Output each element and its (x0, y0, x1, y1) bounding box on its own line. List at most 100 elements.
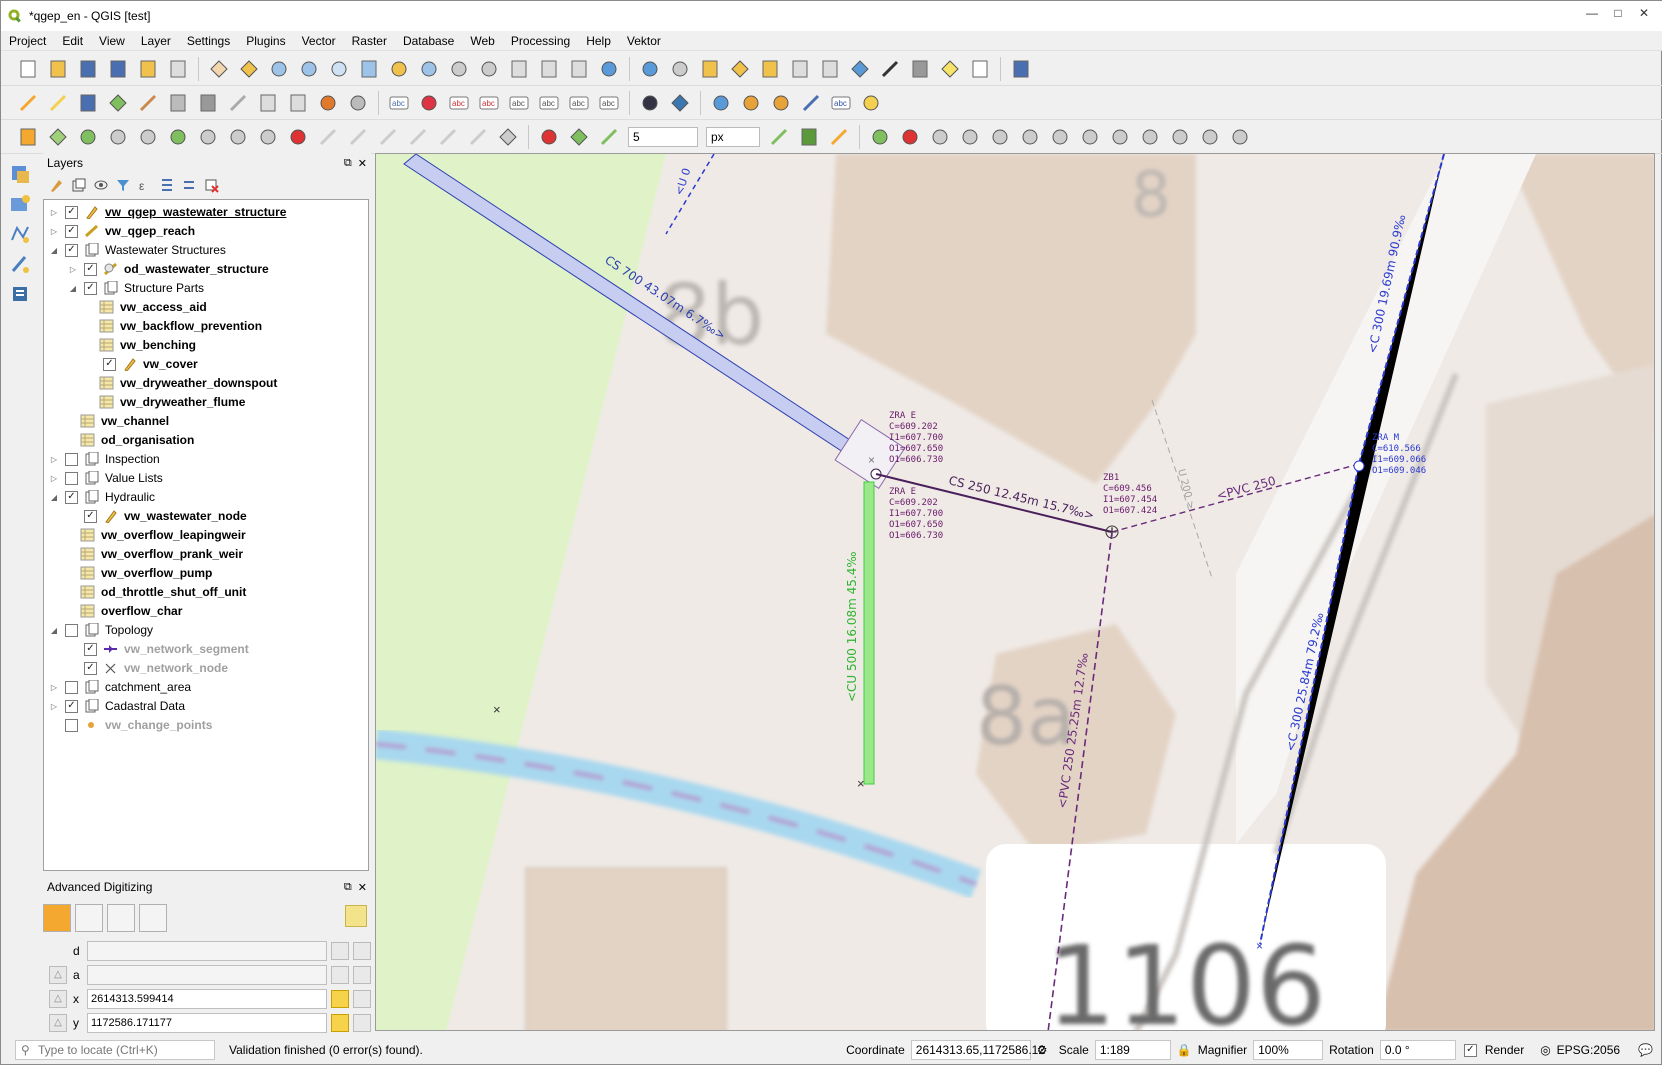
qgep-extra-2-icon[interactable] (957, 124, 983, 150)
qgep-extra-7-icon[interactable] (1107, 124, 1133, 150)
scale-lock-icon[interactable]: 🔒 (1177, 1043, 1192, 1057)
split-feature-icon[interactable] (345, 124, 371, 150)
layer-tree-item[interactable]: ▷ catchment_area (48, 677, 191, 697)
repeat-lock-icon[interactable] (353, 990, 371, 1008)
scale-combo[interactable]: 1:189 (1094, 1040, 1171, 1060)
temporal-icon[interactable] (536, 56, 562, 82)
rotate-label-icon[interactable]: abc (566, 90, 592, 116)
pin-label-icon[interactable]: abc (446, 90, 472, 116)
save-edits-icon[interactable] (75, 90, 101, 116)
magnifier-spinbox[interactable]: 100% (1253, 1040, 1324, 1060)
add-vertex-tool-icon[interactable] (45, 124, 71, 150)
current-edits-icon[interactable] (15, 90, 41, 116)
snap-intersections-icon[interactable] (796, 124, 822, 150)
relative-toggle-icon[interactable]: △ (49, 966, 67, 984)
manage-map-themes-icon[interactable] (93, 177, 109, 193)
qgep-extra-4-icon[interactable] (1017, 124, 1043, 150)
qgep-upstream-icon[interactable] (738, 90, 764, 116)
layer-visibility-checkbox[interactable]: ✓ (65, 224, 78, 238)
layer-tree-item[interactable]: ✓ vw_wastewater_node (67, 506, 247, 526)
expand-all-icon[interactable] (159, 177, 175, 193)
paste-icon[interactable] (285, 90, 311, 116)
layer-tree-item[interactable]: vw_backflow_prevention (86, 316, 262, 336)
parallel-button[interactable] (107, 904, 135, 932)
pan-to-selection-icon[interactable] (236, 56, 262, 82)
fill-ring-icon[interactable] (225, 124, 251, 150)
messages-icon[interactable]: 💬 (1638, 1043, 1653, 1057)
layer-tree-item[interactable]: ▷ Inspection (48, 449, 160, 469)
help-icon[interactable] (1008, 56, 1034, 82)
snapping-type-icon[interactable] (596, 124, 622, 150)
map-tips-icon[interactable] (937, 56, 963, 82)
lock-icon[interactable] (331, 966, 349, 984)
menu-database[interactable]: Database (395, 34, 462, 48)
collapse-arrow-icon[interactable]: ◢ (48, 246, 60, 255)
close-window-button[interactable]: ✕ (1631, 5, 1657, 23)
new-project-icon[interactable] (15, 56, 41, 82)
qgep-extra-8-icon[interactable] (1137, 124, 1163, 150)
zoom-full-icon[interactable] (356, 56, 382, 82)
delete-ring-icon[interactable] (255, 124, 281, 150)
menu-vector[interactable]: Vector (294, 34, 344, 48)
adv-field-input-x[interactable]: 2614313.599414 (87, 989, 327, 1009)
reshape-icon[interactable] (105, 124, 131, 150)
layer-tree-item[interactable]: vw_benching (86, 335, 196, 355)
zoom-last-icon[interactable] (446, 56, 472, 82)
new-map-view-icon[interactable] (506, 56, 532, 82)
snapping-mode-icon[interactable] (566, 124, 592, 150)
move-label-icon[interactable]: abc (536, 90, 562, 116)
layer-visibility-checkbox[interactable]: ✓ (84, 642, 97, 656)
render-checkbox[interactable]: ✓ (1463, 1043, 1477, 1057)
data-source-manager-icon[interactable] (7, 161, 33, 187)
expand-arrow-icon[interactable]: ▷ (67, 265, 79, 274)
qgep-connect-icon[interactable] (858, 90, 884, 116)
perpendicular-button[interactable] (139, 904, 167, 932)
zoom-to-selection-icon[interactable] (386, 56, 412, 82)
qgep-extra-9-icon[interactable] (1167, 124, 1193, 150)
qgep-profile-icon[interactable] (708, 90, 734, 116)
new-print-layout-icon[interactable] (135, 56, 161, 82)
snapping-tolerance-input[interactable]: 5 (628, 126, 698, 147)
identify-icon[interactable] (637, 56, 663, 82)
expand-arrow-icon[interactable]: ▷ (48, 683, 60, 692)
menu-layer[interactable]: Layer (133, 34, 179, 48)
qgep-extra-5-icon[interactable] (1047, 124, 1073, 150)
measure-icon[interactable] (907, 56, 933, 82)
label-tool-icon[interactable]: abc (386, 90, 412, 116)
remove-layer-icon[interactable] (203, 177, 219, 193)
layer-tree-item[interactable]: ✓ vw_network_segment (67, 639, 249, 659)
layer-tree-item[interactable]: vw_overflow_pump (67, 563, 212, 583)
layer-tree-item[interactable]: od_throttle_shut_off_unit (67, 582, 246, 602)
qgep-extra-6-icon[interactable] (1077, 124, 1103, 150)
layer-visibility-checkbox[interactable]: ✓ (65, 699, 78, 713)
layer-tree-item[interactable]: ◢ ✓ Structure Parts (67, 278, 204, 298)
adv-field-input-a[interactable] (87, 965, 327, 985)
minimize-button[interactable]: — (1579, 5, 1605, 23)
enable-snapping-icon[interactable] (536, 124, 562, 150)
layer-visibility-checkbox[interactable]: ✓ (84, 281, 97, 295)
zoom-native-icon[interactable] (326, 56, 352, 82)
layer-visibility-checkbox[interactable] (65, 718, 78, 732)
locator-search-input[interactable]: ⚲ Type to locate (Ctrl+K) (15, 1040, 215, 1060)
layer-tree-item[interactable]: od_organisation (67, 430, 194, 450)
redo-icon[interactable] (345, 90, 371, 116)
diagram-tool-icon[interactable] (416, 90, 442, 116)
statistics-icon[interactable] (817, 56, 843, 82)
layer-visibility-checkbox[interactable]: ✓ (84, 509, 97, 523)
open-project-icon[interactable] (45, 56, 71, 82)
trace-icon[interactable] (826, 124, 852, 150)
snapping-unit-select[interactable]: px (706, 126, 760, 147)
zoom-in-icon[interactable] (266, 56, 292, 82)
action-icon[interactable] (667, 56, 693, 82)
modify-attributes-icon[interactable] (165, 90, 191, 116)
expand-arrow-icon[interactable]: ▷ (48, 474, 60, 483)
add-vector-layer-icon[interactable] (7, 221, 33, 247)
menu-settings[interactable]: Settings (179, 34, 238, 48)
sum-icon[interactable] (877, 56, 903, 82)
menu-raster[interactable]: Raster (344, 34, 395, 48)
layer-visibility-checkbox[interactable] (65, 680, 78, 694)
menu-view[interactable]: View (91, 34, 133, 48)
layout-manager-icon[interactable] (165, 56, 191, 82)
layer-visibility-checkbox[interactable]: ✓ (65, 490, 78, 504)
layer-tree-item[interactable]: ▷ ✓ od_wastewater_structure (67, 259, 269, 279)
